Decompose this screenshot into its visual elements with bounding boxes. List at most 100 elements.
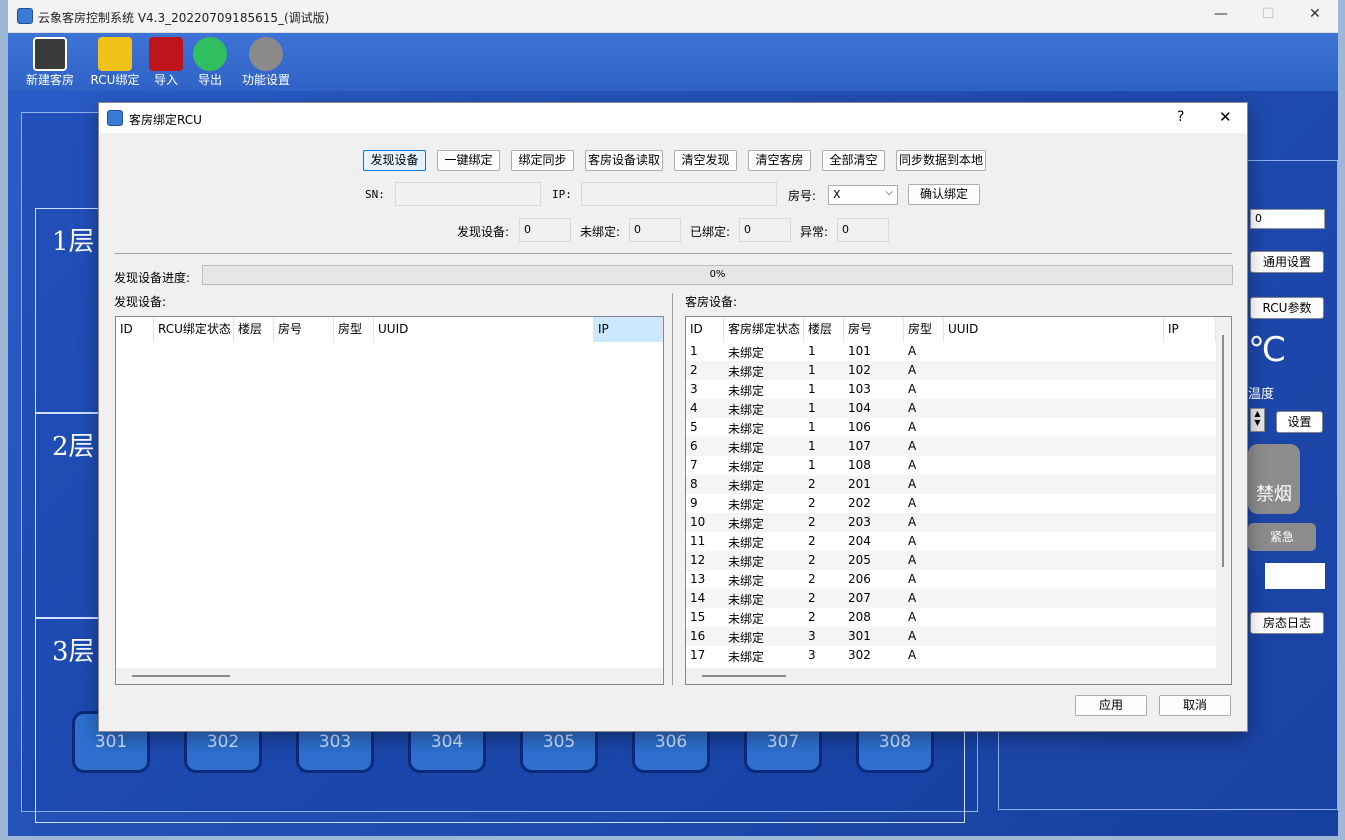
table-cell: 10 [690, 515, 706, 529]
column-header[interactable]: 房型 [334, 317, 374, 342]
table-row[interactable]: 5 未绑定 1 106 A [686, 418, 1216, 437]
column-header[interactable]: 房号 [844, 317, 904, 342]
table-cell: 2 [808, 515, 816, 529]
scrollbar-thumb[interactable] [702, 675, 786, 677]
clear-discovered-button[interactable]: 清空发现 [674, 150, 737, 171]
apply-button[interactable]: 应用 [1075, 695, 1147, 716]
table-row[interactable]: 1 未绑定 1 101 A [686, 342, 1216, 361]
set-button[interactable]: 设置 [1276, 411, 1323, 433]
table-row[interactable]: 13 未绑定 2 206 A [686, 570, 1216, 589]
table-cell: 未绑定 [728, 422, 765, 436]
general-settings-button[interactable]: 通用设置 [1250, 251, 1324, 273]
table-cell: 202 [848, 496, 871, 510]
table-row[interactable]: 15 未绑定 2 208 A [686, 608, 1216, 627]
column-header[interactable]: 客房绑定状态 [724, 317, 804, 342]
no-smoking-button[interactable]: 禁烟 [1248, 444, 1300, 514]
table-row[interactable]: 14 未绑定 2 207 A [686, 589, 1216, 608]
column-header[interactable]: ID [116, 317, 154, 342]
minimize-button[interactable]: — [1214, 6, 1228, 22]
table-cell: A [908, 439, 917, 453]
cancel-button[interactable]: 取消 [1159, 695, 1231, 716]
export-icon [193, 37, 227, 71]
table-row[interactable]: 11 未绑定 2 204 A [686, 532, 1216, 551]
table-cell: A [908, 420, 917, 434]
table-cell: 12 [690, 553, 706, 567]
column-header[interactable]: 楼层 [234, 317, 274, 342]
help-button[interactable]: ? [1177, 109, 1184, 125]
clear-rooms-button[interactable]: 清空客房 [748, 150, 811, 171]
discover-devices-button[interactable]: 发现设备 [363, 150, 426, 171]
table-cell: 2 [808, 591, 816, 605]
column-header[interactable]: 楼层 [804, 317, 844, 342]
column-header[interactable]: 房型 [904, 317, 944, 342]
column-header[interactable]: ID [686, 317, 724, 342]
status-field[interactable] [1265, 563, 1325, 589]
table-row[interactable]: 10 未绑定 2 203 A [686, 513, 1216, 532]
table-cell: 204 [848, 534, 871, 548]
import-icon [149, 37, 183, 71]
table-row[interactable]: 9 未绑定 2 202 A [686, 494, 1216, 513]
table-row[interactable]: 4 未绑定 1 104 A [686, 399, 1216, 418]
table-cell: 101 [848, 344, 871, 358]
column-header[interactable]: UUID [944, 317, 1164, 342]
room-number-select[interactable]: X ⌵ [828, 185, 898, 205]
table-cell: 1 [808, 420, 816, 434]
sn-field[interactable] [395, 182, 541, 206]
value-field[interactable]: 0 [1250, 209, 1325, 229]
table-row[interactable]: 6 未绑定 1 107 A [686, 437, 1216, 456]
column-header[interactable]: IP [594, 317, 663, 342]
table-row[interactable]: 12 未绑定 2 205 A [686, 551, 1216, 570]
ip-field[interactable] [581, 182, 777, 206]
splitter[interactable] [672, 293, 673, 685]
table-cell: 1 [808, 401, 816, 415]
table-cell: 2 [808, 553, 816, 567]
horizontal-scrollbar[interactable] [116, 668, 663, 684]
scrollbar-thumb[interactable] [132, 675, 230, 677]
table-cell: 未绑定 [728, 460, 765, 474]
sync-local-button[interactable]: 同步数据到本地 [896, 150, 986, 171]
room-log-button[interactable]: 房态日志 [1250, 612, 1324, 634]
no-smoking-label: 禁烟 [1256, 484, 1292, 505]
export-button[interactable]: 导出 [184, 37, 236, 89]
table-cell: 102 [848, 363, 871, 377]
bind-sync-button[interactable]: 绑定同步 [511, 150, 574, 171]
title-bar: 云象客房控制系统 V4.3_20220709185615_(调试版) — ☐ ✕ [8, 0, 1338, 33]
table-cell: 2 [808, 572, 816, 586]
stat-bound-label: 已绑定: [690, 225, 731, 239]
table-row[interactable]: 3 未绑定 1 103 A [686, 380, 1216, 399]
read-room-devices-button[interactable]: 客房设备读取 [585, 150, 663, 171]
new-room-button[interactable]: 新建客房 [24, 37, 76, 89]
rcu-bind-button[interactable]: RCU绑定 [89, 37, 141, 89]
function-settings-button[interactable]: 功能设置 [238, 37, 294, 89]
table-cell: A [908, 344, 917, 358]
dialog-close-button[interactable]: ✕ [1219, 108, 1232, 126]
horizontal-scrollbar[interactable] [686, 668, 1231, 684]
table-row[interactable]: 8 未绑定 2 201 A [686, 475, 1216, 494]
column-header[interactable]: IP [1164, 317, 1216, 342]
column-header[interactable]: 房号 [274, 317, 334, 342]
one-click-bind-button[interactable]: 一键绑定 [437, 150, 500, 171]
maximize-button[interactable]: ☐ [1262, 6, 1275, 22]
table-cell: 未绑定 [728, 365, 765, 379]
clear-all-button[interactable]: 全部清空 [822, 150, 885, 171]
table-cell: 未绑定 [728, 650, 765, 664]
emergency-button[interactable]: 紧急 [1248, 523, 1316, 551]
gear-icon [249, 37, 283, 71]
scrollbar-thumb[interactable] [1222, 335, 1224, 567]
table-row[interactable]: 7 未绑定 1 108 A [686, 456, 1216, 475]
vertical-scrollbar[interactable] [1216, 317, 1231, 668]
table-cell: A [908, 515, 917, 529]
room-devices-table[interactable]: ID 客房绑定状态 楼层 房号 房型 UUID IP 1 未绑定 1 101 A 2 未绑定… [685, 316, 1232, 685]
table-row[interactable]: 2 未绑定 1 102 A [686, 361, 1216, 380]
close-button[interactable]: ✕ [1309, 6, 1321, 22]
table-row[interactable]: 17 未绑定 3 302 A [686, 646, 1216, 665]
table-cell: 205 [848, 553, 871, 567]
column-header[interactable]: UUID [374, 317, 594, 342]
table-cell: 2 [808, 534, 816, 548]
table-row[interactable]: 16 未绑定 3 301 A [686, 627, 1216, 646]
temperature-spinner[interactable]: ▲ ▼ [1250, 408, 1265, 432]
discovered-devices-table[interactable]: ID RCU绑定状态 楼层 房号 房型 UUID IP [115, 316, 664, 685]
column-header[interactable]: RCU绑定状态 [154, 317, 234, 342]
confirm-bind-button[interactable]: 确认绑定 [908, 184, 980, 205]
rcu-params-button[interactable]: RCU参数 [1250, 297, 1324, 319]
